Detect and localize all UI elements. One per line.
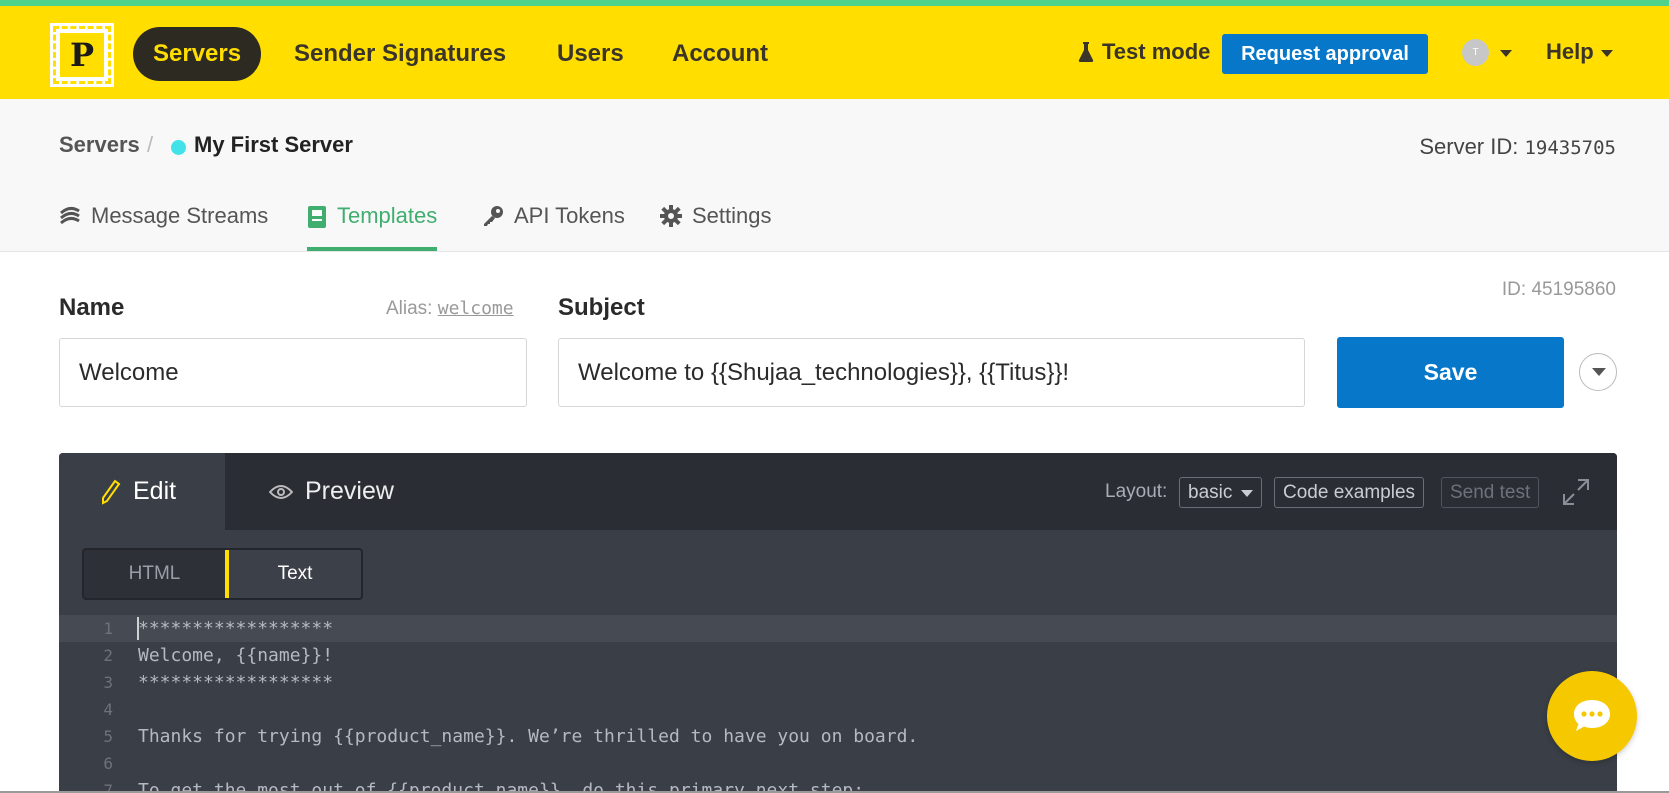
editor-header: Edit Preview Layout: basic Code examples…	[59, 453, 1617, 530]
avatar-chevron-down-icon[interactable]	[1500, 50, 1512, 57]
code-area[interactable]: 1 ****************** 2 Welcome, {{name}}…	[59, 615, 1617, 793]
tab-preview-label: Preview	[305, 477, 394, 505]
subject-field[interactable]: Welcome to {{Shujaa_technologies}}, {{Ti…	[558, 338, 1305, 407]
save-button[interactable]: Save	[1337, 337, 1564, 408]
tab-edit-label: Edit	[133, 477, 177, 505]
help-chevron-down-icon[interactable]	[1601, 50, 1613, 57]
help-label: Help	[1546, 39, 1594, 64]
tab-label: API Tokens	[514, 203, 625, 228]
tab-templates[interactable]: Templates	[307, 203, 438, 251]
tab-label: Templates	[337, 203, 438, 228]
eye-icon	[269, 484, 293, 499]
top-navbar: P Servers Sender Signatures Users Accoun…	[0, 6, 1669, 99]
tab-settings[interactable]: Settings	[660, 203, 772, 251]
pencil-icon	[102, 479, 121, 505]
tab-label: Message Streams	[91, 203, 269, 228]
name-field[interactable]: Welcome	[59, 338, 527, 407]
breadcrumb-separator: /	[147, 132, 154, 157]
line-number: 2	[103, 646, 113, 665]
subject-label: Subject	[558, 294, 645, 321]
line-text: Welcome, {{name}}!	[138, 645, 334, 666]
template-editor: Edit Preview Layout: basic Code examples…	[59, 453, 1617, 793]
line-number: 4	[103, 700, 113, 719]
mode-text-button[interactable]: Text	[225, 550, 361, 598]
breadcrumb-current-server: My First Server	[194, 132, 353, 157]
nav-servers[interactable]: Servers	[133, 27, 262, 81]
chat-launcher-button[interactable]	[1547, 671, 1637, 761]
tab-message-streams[interactable]: Message Streams	[59, 203, 268, 251]
server-subheader: Servers / My First Server Server ID: 194…	[0, 99, 1669, 252]
template-id: ID: 45195860	[1501, 279, 1616, 300]
postmark-logo[interactable]: P	[50, 23, 114, 87]
line-number: 3	[103, 673, 113, 692]
alias-label: Alias:	[386, 298, 433, 319]
flask-icon	[1078, 42, 1094, 62]
mode-html-button[interactable]: HTML	[84, 550, 225, 598]
server-id-value: 19435705	[1524, 137, 1616, 159]
layout-label: Layout:	[1105, 481, 1168, 502]
line-text: ******************	[138, 672, 334, 693]
line-text: ******************	[138, 618, 334, 639]
line-number: 5	[103, 727, 113, 746]
chat-bubble-icon	[1574, 700, 1610, 731]
help-menu[interactable]: Help	[1546, 39, 1594, 65]
code-examples-button[interactable]: Code examples	[1274, 477, 1425, 508]
streams-icon	[60, 206, 80, 225]
mode-toggle: HTML Text	[82, 548, 363, 600]
send-test-button[interactable]: Send test	[1441, 477, 1540, 508]
breadcrumb-servers-link[interactable]: Servers	[59, 132, 140, 158]
test-mode-indicator: Test mode	[1078, 39, 1210, 65]
save-options-dropdown[interactable]	[1579, 353, 1617, 391]
server-status-dot	[171, 140, 186, 155]
nav-sender-signatures[interactable]: Sender Signatures	[294, 27, 506, 81]
key-icon	[484, 206, 503, 226]
code-line: 2 Welcome, {{name}}!	[59, 642, 1617, 669]
layout-select[interactable]: basic	[1179, 477, 1262, 508]
tab-edit[interactable]: Edit	[59, 453, 225, 530]
name-label: Name	[59, 294, 125, 321]
request-approval-button[interactable]: Request approval	[1222, 34, 1428, 74]
template-icon	[308, 206, 326, 228]
line-text: Thanks for trying {{product_name}}. We’r…	[138, 726, 919, 747]
code-line: 3 ******************	[59, 669, 1617, 696]
tab-preview[interactable]: Preview	[269, 453, 394, 530]
gear-icon	[660, 205, 682, 227]
expand-icon[interactable]	[1561, 477, 1591, 507]
layout-value: basic	[1188, 482, 1233, 503]
nav-users[interactable]: Users	[557, 27, 624, 81]
alias-info: Alias: welcome	[386, 298, 514, 320]
logo-letter: P	[60, 33, 104, 77]
tab-label: Settings	[692, 203, 772, 228]
test-mode-label: Test mode	[1102, 39, 1211, 64]
line-number: 6	[103, 754, 113, 773]
avatar[interactable]: T	[1462, 39, 1489, 66]
code-line: 4	[59, 696, 1617, 723]
code-line: 1 ******************	[59, 615, 1617, 642]
server-id-label: Server ID:	[1419, 134, 1519, 159]
tab-api-tokens[interactable]: API Tokens	[482, 203, 625, 251]
nav-account[interactable]: Account	[672, 27, 768, 81]
server-id: Server ID: 19435705	[1419, 134, 1616, 160]
line-number: 1	[103, 619, 113, 638]
code-line: 6	[59, 750, 1617, 777]
code-line: 5 Thanks for trying {{product_name}}. We…	[59, 723, 1617, 750]
alias-link[interactable]: welcome	[438, 298, 514, 319]
